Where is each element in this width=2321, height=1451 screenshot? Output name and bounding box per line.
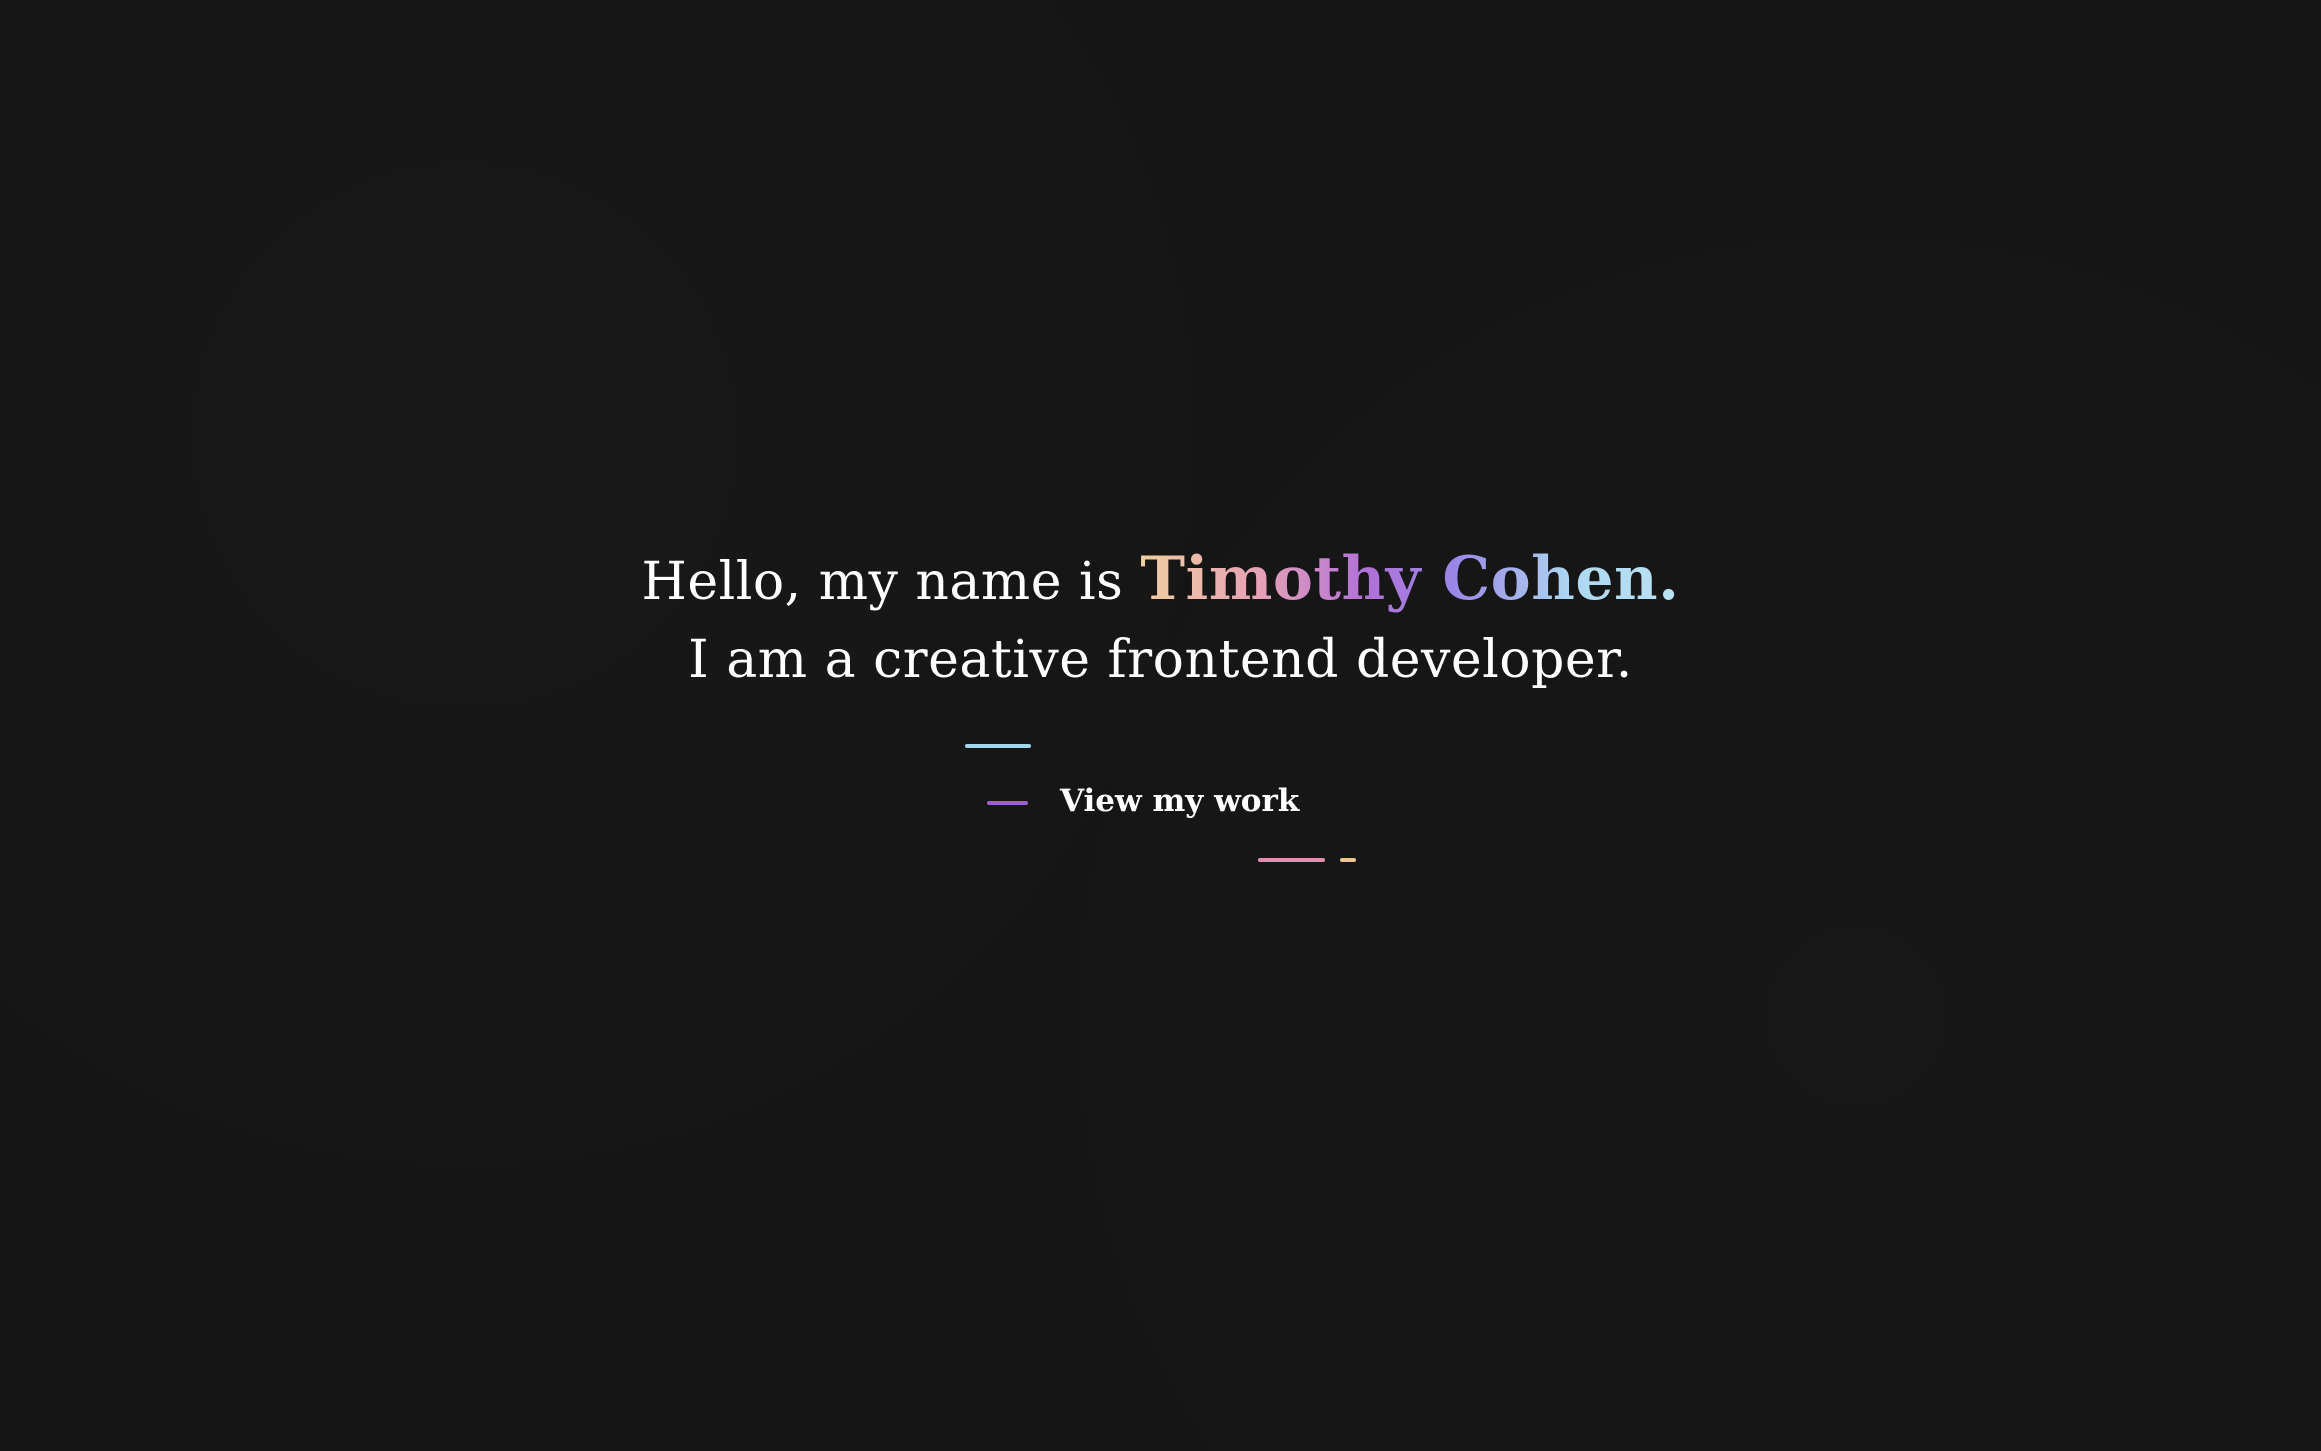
hero-tagline: I am a creative frontend developer. (688, 630, 1633, 690)
hero-name: Timothy Cohen. (1140, 544, 1680, 614)
hero-section: Hello, my name is Timothy Cohen. I am a … (0, 540, 2321, 699)
decorative-dash-cyan (965, 744, 1031, 748)
decorative-dash-pink (1258, 858, 1325, 862)
view-my-work-link[interactable]: View my work (1060, 780, 1299, 822)
hero-greeting-line: Hello, my name is Timothy Cohen. (0, 540, 2321, 621)
cta-dash-icon (987, 801, 1028, 805)
greeting-text: Hello, my name is (641, 552, 1124, 612)
decorative-dash-peach (1340, 858, 1356, 862)
